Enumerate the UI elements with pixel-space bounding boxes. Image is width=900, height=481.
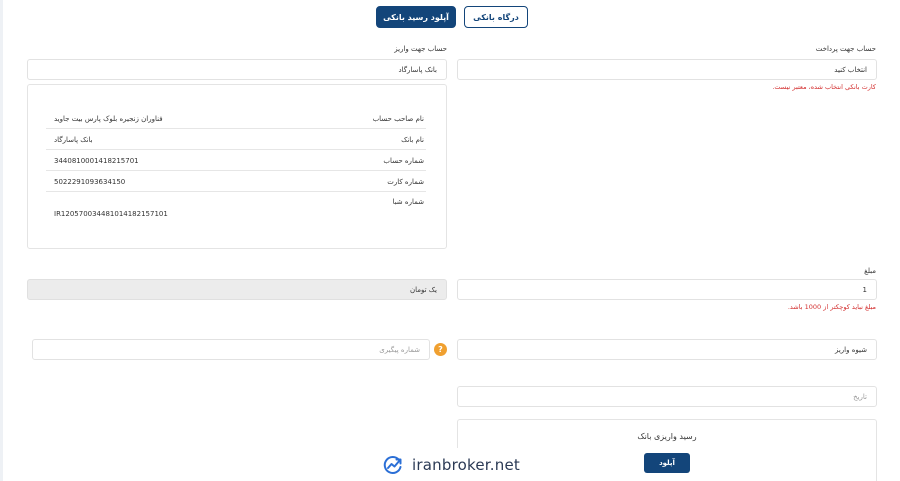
detail-value: 3440810001418215701 [54, 157, 139, 165]
amount-error: مبلغ نباید کوچکتر از 1000 باشد. [787, 303, 876, 311]
detail-value: بانک پاسارگاد [54, 136, 93, 144]
help-icon[interactable]: ? [434, 343, 447, 356]
date-placeholder: تاریخ [853, 392, 867, 401]
iranbroker-logo-icon [383, 455, 402, 474]
deposit-method-select[interactable]: شیوه واریز [457, 339, 877, 360]
detail-row-bank: نام بانک بانک پاسارگاد [46, 129, 426, 150]
payment-account-select[interactable]: انتخاب کنید [457, 59, 877, 80]
deposit-account-select[interactable]: بانک پاسارگاد [27, 59, 447, 80]
amount-label: مبلغ [864, 267, 876, 275]
detail-value: 5022291093634150 [54, 178, 126, 186]
tab-bank-gateway[interactable]: درگاه بانکی [464, 6, 528, 28]
tab-upload-receipt[interactable]: آپلود رسید بانکی [376, 6, 456, 28]
upload-button[interactable]: آپلود [644, 453, 690, 473]
detail-key: شماره حساب [383, 157, 424, 165]
deposit-account-value: بانک پاسارگاد [398, 65, 437, 74]
payment-account-value: انتخاب کنید [834, 65, 867, 74]
page-edge [0, 0, 3, 481]
detail-key: نام صاحب حساب [372, 115, 424, 123]
receipt-title: رسید واریزی بانک [637, 432, 697, 441]
amount-in-words: یک تومان [27, 279, 447, 300]
detail-row-sheba: شماره شبا IR120570034481014182157101 [46, 192, 426, 224]
deposit-account-label: حساب جهت واریز [394, 45, 447, 53]
tracking-number-input[interactable]: شماره پیگیری [32, 339, 430, 360]
amount-value: 1 [862, 285, 867, 294]
account-details-card: نام صاحب حساب فناوران زنجیره بلوک پارس ب… [27, 84, 447, 249]
tracking-placeholder: شماره پیگیری [379, 345, 420, 354]
payment-account-error: کارت بانکی انتخاب شده، معتبر نیست. [772, 83, 876, 91]
detail-value: IR120570034481014182157101 [54, 210, 168, 218]
watermark: iranbroker.net [360, 448, 542, 481]
amount-input[interactable]: 1 [457, 279, 877, 300]
payment-account-label: حساب جهت پرداخت [815, 45, 876, 53]
detail-key: شماره شبا [392, 198, 424, 206]
detail-value: فناوران زنجیره بلوک پارس بیت جاوید [54, 115, 163, 123]
amount-words-text: یک تومان [409, 285, 437, 294]
detail-row-account-number: شماره حساب 3440810001418215701 [46, 150, 426, 171]
date-input[interactable]: تاریخ [457, 386, 877, 407]
deposit-method-value: شیوه واریز [834, 345, 867, 354]
watermark-text: iranbroker.net [412, 455, 520, 474]
detail-row-card-number: شماره کارت 5022291093634150 [46, 171, 426, 192]
detail-key: نام بانک [401, 136, 424, 144]
detail-row-holder: نام صاحب حساب فناوران زنجیره بلوک پارس ب… [46, 108, 426, 129]
detail-key: شماره کارت [387, 178, 424, 186]
